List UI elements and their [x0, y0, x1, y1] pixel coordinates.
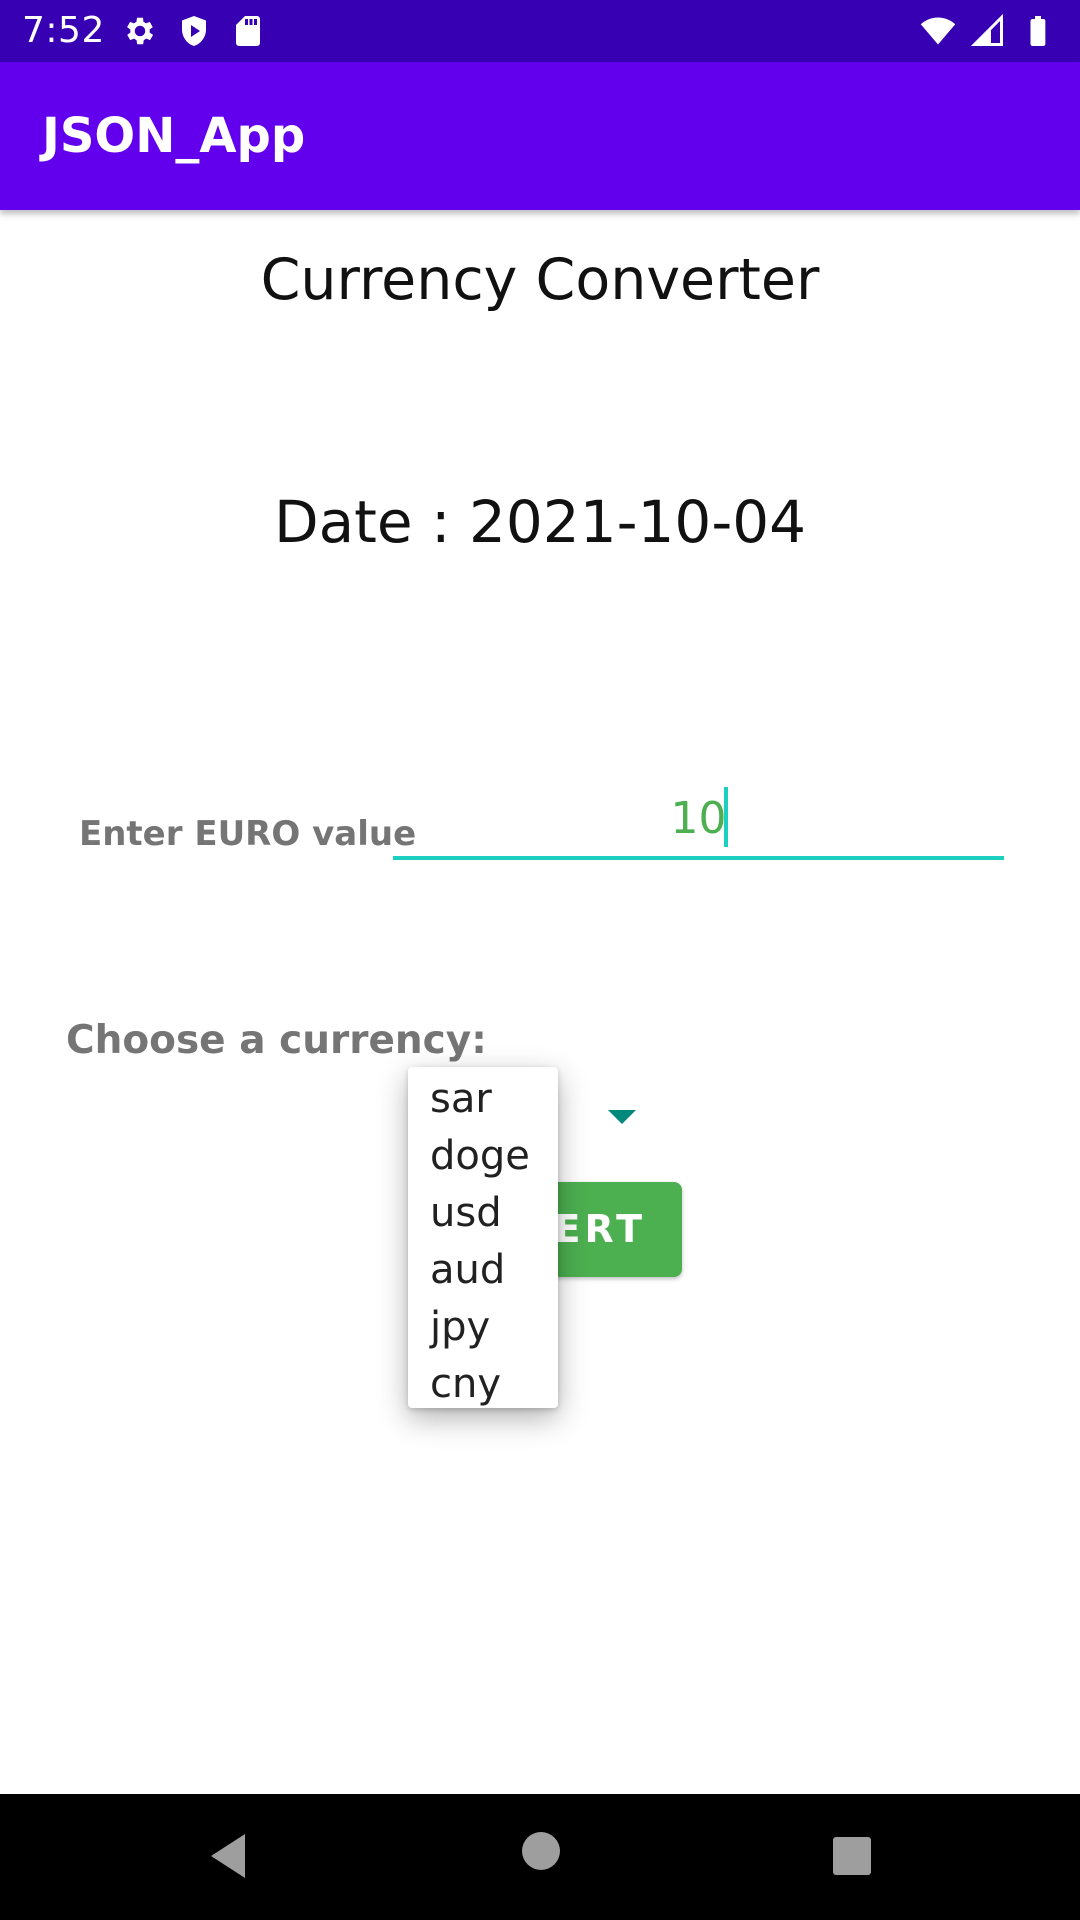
dropdown-option-sar[interactable]: sar	[408, 1071, 558, 1128]
cell-signal-icon	[970, 13, 1003, 46]
currency-label: Choose a currency:	[66, 1018, 487, 1063]
home-icon[interactable]	[521, 1831, 561, 1871]
dropdown-option-doge[interactable]: doge	[408, 1128, 558, 1185]
dropdown-option-jpy[interactable]: jpy	[408, 1299, 558, 1356]
settings-icon	[127, 17, 154, 45]
wifi-icon	[920, 17, 956, 45]
currency-dropdown[interactable]: sar doge usd aud jpy cny	[408, 1067, 558, 1408]
status-time: 7:52	[22, 10, 105, 51]
recents-icon[interactable]	[832, 1836, 872, 1876]
date-display: Date : 2021-10-04	[0, 486, 1080, 558]
chevron-down-icon[interactable]	[608, 1110, 636, 1124]
sd-card-icon	[236, 16, 260, 46]
app-bar: JSON_App	[0, 62, 1080, 210]
convert-button[interactable]: CONVERT	[540, 1182, 682, 1277]
shield-icon	[182, 16, 206, 46]
date-value: 2021-10-04	[468, 488, 807, 556]
navigation-bar	[0, 1794, 1080, 1920]
status-bar: 7:52	[0, 0, 1080, 62]
dropdown-option-aud[interactable]: aud	[408, 1242, 558, 1299]
battery-icon	[1030, 16, 1046, 46]
app-title: JSON_App	[42, 108, 306, 164]
back-icon[interactable]	[205, 1831, 251, 1881]
page-title: Currency Converter	[260, 247, 820, 313]
text-cursor	[724, 787, 728, 847]
dropdown-option-cny[interactable]: cny	[408, 1356, 558, 1413]
euro-value-input[interactable]	[393, 780, 1004, 860]
dropdown-option-usd[interactable]: usd	[408, 1185, 558, 1242]
euro-value-label: Enter EURO value	[79, 814, 417, 854]
date-label: Date :	[273, 488, 469, 556]
